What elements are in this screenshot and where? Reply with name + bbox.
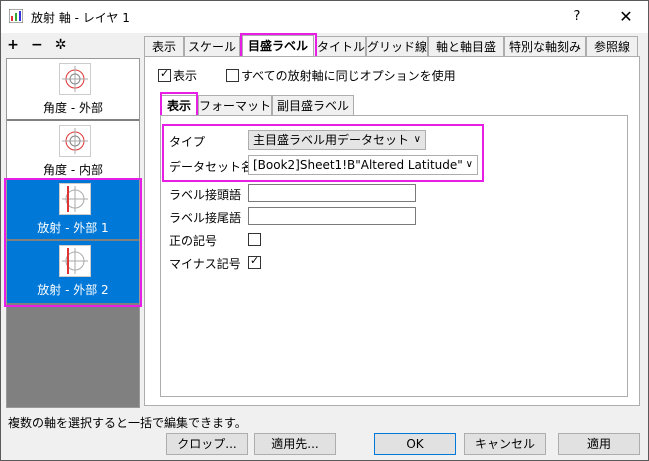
suffix-input[interactable]: [248, 207, 416, 225]
type-value: 主目盛ラベル用データセット: [253, 133, 410, 147]
prefix-input[interactable]: [248, 184, 416, 202]
dataset-select[interactable]: [Book2]Sheet1!B"Altered Latitude" ∨: [248, 155, 478, 175]
crop-button[interactable]: クロップ...: [166, 433, 248, 455]
tab-scale[interactable]: スケール: [184, 36, 240, 56]
prefix-label: ラベル接頭語: [169, 188, 242, 202]
plus-sign-label: 正の記号: [169, 234, 218, 248]
apply-to-button[interactable]: 適用先...: [254, 433, 336, 455]
show-checkbox[interactable]: ✓: [158, 67, 171, 82]
axis-item-angular-inner[interactable]: 角度 - 内部: [7, 121, 139, 181]
chevron-down-icon: ∨: [413, 134, 421, 145]
tab-tick-labels[interactable]: 目盛ラベル: [242, 35, 314, 57]
axis-item-radial-outer-2[interactable]: 放射 - 外部 2: [7, 241, 139, 303]
axis-list-toolbar: + − ✲: [6, 38, 74, 54]
polar-axis-icon: [59, 63, 91, 95]
tab-display[interactable]: 表示: [144, 36, 184, 56]
polar-axis-icon: [59, 245, 91, 277]
tab-bar: 表示 スケール 目盛ラベル タイトル グリッド線 軸と軸目盛 特別な軸刻み 参照…: [144, 35, 640, 57]
axis-item-radial-outer-1[interactable]: 放射 - 外部 1: [7, 179, 139, 239]
add-icon[interactable]: +: [6, 38, 20, 52]
help-button[interactable]: ?: [567, 7, 587, 27]
settings-icon[interactable]: ✲: [54, 38, 68, 52]
axis-item-angular-outer[interactable]: 角度 - 外部: [7, 59, 139, 119]
subtab-minor-labels[interactable]: 副目盛ラベル: [272, 95, 354, 115]
type-label: タイプ: [169, 135, 206, 149]
dataset-value: [Book2]Sheet1!B"Altered Latitude": [253, 158, 463, 172]
axis-item-label: 放射 - 外部 2: [37, 283, 109, 297]
remove-icon[interactable]: −: [30, 38, 44, 52]
minus-sign-label: マイナス記号: [169, 257, 241, 271]
subtab-display[interactable]: 表示: [160, 95, 198, 115]
chevron-down-icon: ∨: [465, 159, 473, 170]
minus-sign-checkbox[interactable]: ✓: [248, 254, 261, 269]
show-label: 表示: [173, 69, 198, 83]
tab-axis-and-ticks[interactable]: 軸と軸目盛: [428, 36, 504, 56]
window-title: 放射 軸 - レイヤ 1: [31, 11, 130, 25]
axis-item-label: 角度 - 内部: [43, 163, 103, 177]
same-option-label: すべての放射軸に同じオプションを使用: [241, 69, 456, 83]
polar-axis-icon: [59, 125, 91, 157]
close-button[interactable]: ✕: [613, 5, 639, 29]
check-icon: ✓: [160, 67, 170, 80]
status-text: 複数の軸を選択すると一括で編集できます。: [8, 416, 247, 430]
cancel-button[interactable]: キャンセル: [464, 433, 546, 455]
polar-axis-icon: [59, 183, 91, 215]
ok-button[interactable]: OK: [374, 433, 456, 455]
axis-item-label: 角度 - 外部: [43, 101, 103, 115]
tab-title[interactable]: タイトル: [316, 36, 366, 56]
axis-list: 角度 - 外部 角度 - 内部 放射 - 外部 1 放射 - 外部 2: [6, 58, 140, 408]
plus-sign-checkbox[interactable]: [248, 233, 261, 246]
axis-item-label: 放射 - 外部 1: [37, 221, 109, 235]
title-bar: 放射 軸 - レイヤ 1 ? ✕: [1, 1, 648, 33]
suffix-label: ラベル接尾語: [169, 211, 242, 225]
tab-reference-lines[interactable]: 参照線: [586, 36, 638, 56]
type-select[interactable]: 主目盛ラベル用データセット ∨: [248, 130, 426, 150]
apply-button[interactable]: 適用: [558, 433, 640, 455]
tab-grid-lines[interactable]: グリッド線: [366, 36, 428, 56]
dataset-label: データセット名: [169, 160, 254, 174]
same-option-checkbox[interactable]: [226, 69, 239, 82]
tab-special-ticks[interactable]: 特別な軸刻み: [504, 36, 586, 56]
subtab-format[interactable]: フォーマット: [198, 95, 272, 115]
app-icon: [9, 9, 23, 23]
check-icon: ✓: [250, 254, 260, 267]
